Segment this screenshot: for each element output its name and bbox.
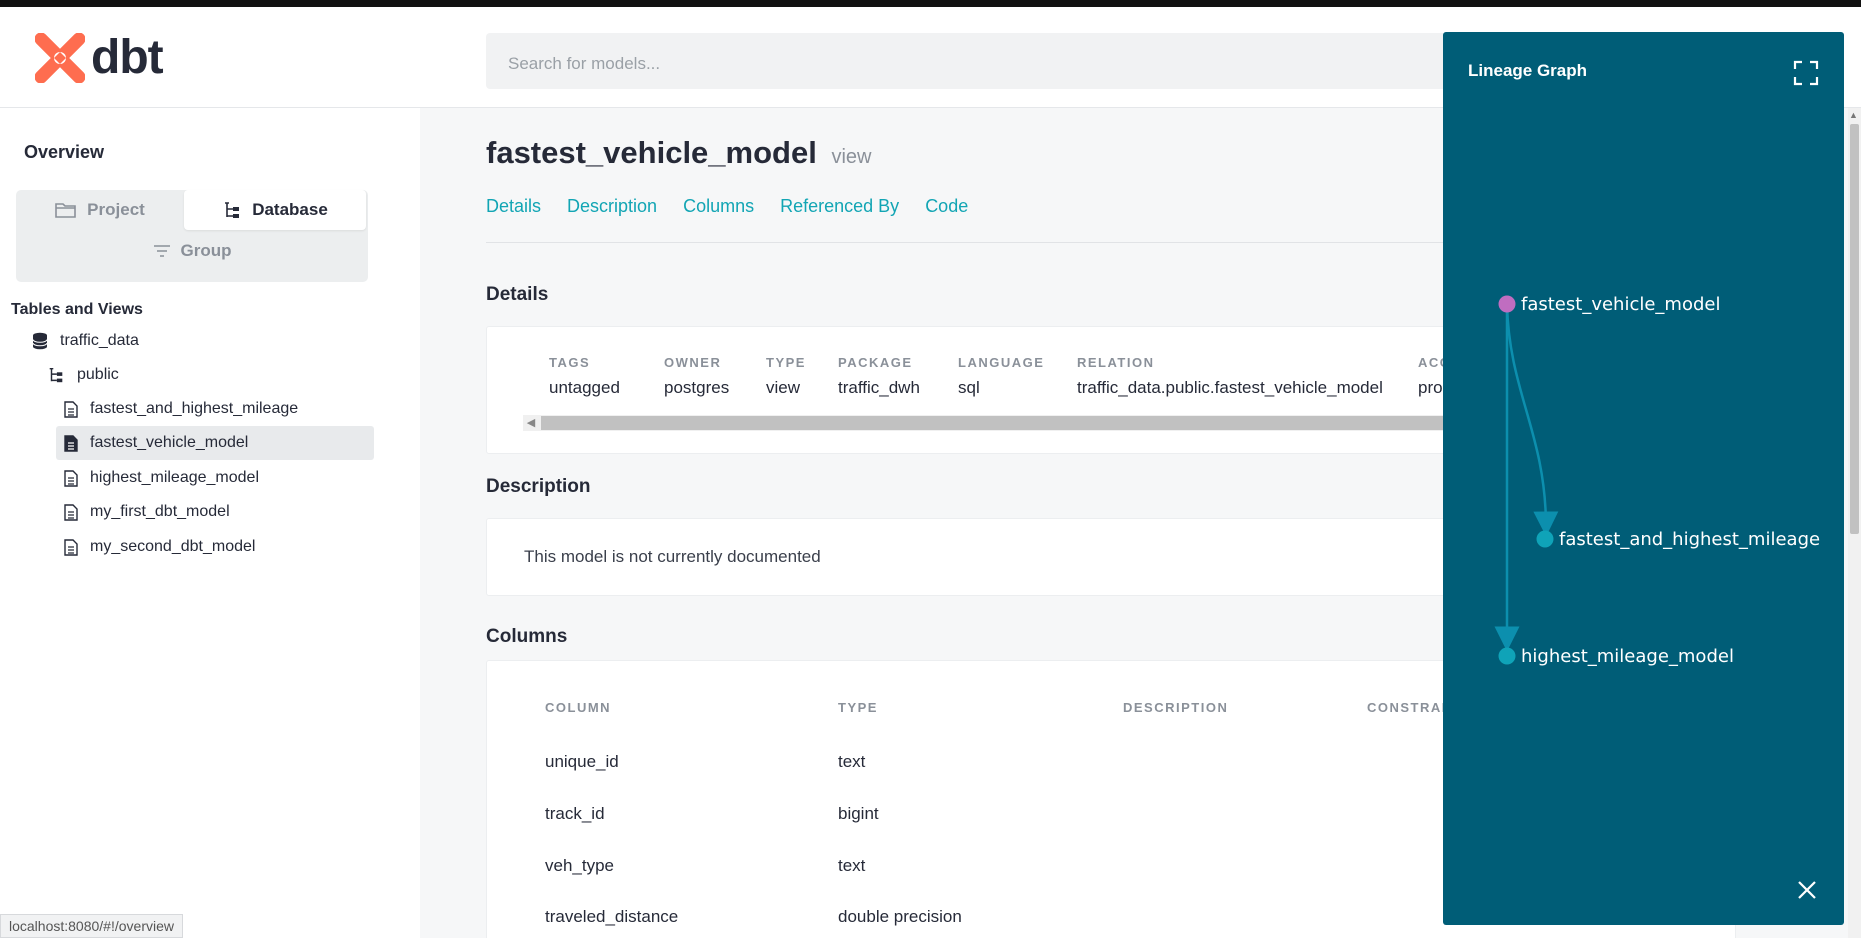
tab-description[interactable]: Description: [567, 196, 657, 217]
model-kind: view: [831, 146, 872, 168]
tree-model-item-active[interactable]: fastest_vehicle_model: [56, 426, 374, 460]
lineage-graph: fastest_vehicle_model fastest_and_highes…: [1494, 294, 1821, 667]
detail-value: traffic_data.public.fastest_vehicle_mode…: [1077, 378, 1383, 397]
column-header: DESCRIPTION: [1123, 700, 1229, 715]
detail-field: OWNER postgres: [664, 355, 729, 398]
tables-and-views-heading: Tables and Views: [11, 301, 143, 318]
detail-label: OWNER: [664, 355, 722, 370]
group-tab-label: Group: [180, 241, 232, 260]
description-heading: Description: [486, 476, 591, 497]
dbt-logo[interactable]: dbt: [35, 31, 164, 84]
detail-field: LANGUAGE sql: [958, 355, 1044, 398]
detail-value: untagged: [549, 378, 620, 397]
column-type-cell: double precision: [838, 907, 962, 926]
scrollbar-thumb[interactable]: [1850, 124, 1859, 534]
lineage-node[interactable]: highest_mileage_model: [1498, 646, 1734, 667]
tree-schema[interactable]: public: [47, 358, 119, 392]
document-icon: [64, 538, 78, 556]
dbt-logo-icon: [35, 33, 85, 83]
tree-model-item[interactable]: highest_mileage_model: [56, 461, 374, 495]
description-text: This model is not currently documented: [524, 547, 821, 566]
tree-model-label: highest_mileage_model: [90, 469, 259, 486]
detail-field: RELATION traffic_data.public.fastest_veh…: [1077, 355, 1383, 398]
section-tabs: Details Description Columns Referenced B…: [486, 196, 968, 217]
detail-label: TAGS: [549, 355, 591, 370]
tree-model-label: my_first_dbt_model: [90, 503, 230, 520]
column-name-cell[interactable]: unique_id: [545, 752, 619, 772]
window-top-bar: [0, 0, 1861, 7]
lineage-node-label: fastest_and_highest_mileage: [1559, 529, 1820, 550]
tree-model-label: fastest_vehicle_model: [90, 434, 249, 451]
tab-columns[interactable]: Columns: [683, 196, 754, 217]
tree-model-item[interactable]: fastest_and_highest_mileage: [56, 392, 374, 426]
column-header: TYPE: [838, 700, 878, 715]
details-heading: Details: [486, 284, 549, 305]
tree-model-item[interactable]: my_second_dbt_model: [56, 530, 374, 564]
detail-label: RELATION: [1077, 355, 1155, 370]
lineage-node-label: fastest_vehicle_model: [1521, 294, 1720, 315]
lineage-node[interactable]: fastest_and_highest_mileage: [1536, 529, 1821, 550]
model-name: fastest_vehicle_model: [486, 135, 817, 170]
document-icon: [64, 503, 78, 521]
lineage-edge: [1505, 303, 1559, 537]
page-title: fastest_vehicle_model view: [486, 135, 871, 171]
tab-code[interactable]: Code: [925, 196, 968, 217]
lineage-graph-panel: Lineage Graph fastest_vehicle_model fast…: [1443, 32, 1844, 925]
sidebar: Overview Project Database Group Tables a…: [0, 108, 420, 938]
detail-value: sql: [958, 378, 980, 397]
tree-database-label: traffic_data: [60, 332, 139, 349]
schema-icon: [49, 367, 63, 383]
status-bar-url: localhost:8080/#!/overview: [0, 914, 183, 938]
overview-link[interactable]: Overview: [24, 142, 104, 163]
group-tab[interactable]: Group: [16, 230, 368, 272]
columns-heading: Columns: [486, 626, 568, 647]
tab-referenced-by[interactable]: Referenced By: [780, 196, 899, 217]
view-switcher: Project Database Group: [16, 190, 368, 282]
tree-model-label: fastest_and_highest_mileage: [90, 400, 299, 417]
tree-model-label: my_second_dbt_model: [90, 538, 256, 555]
detail-label: PACKAGE: [838, 355, 913, 370]
page-scrollbar[interactable]: ▲: [1848, 108, 1861, 938]
column-name-cell[interactable]: track_id: [545, 804, 605, 824]
detail-field: TAGS untagged: [549, 355, 620, 398]
column-type-cell: text: [838, 752, 866, 771]
detail-value: traffic_dwh: [838, 378, 920, 397]
database-tab-label: Database: [252, 200, 328, 219]
document-filled-icon: [64, 434, 78, 452]
column-name-cell[interactable]: veh_type: [545, 856, 614, 876]
filter-lines-icon: [153, 245, 170, 257]
column-header: CONSTRAI: [1367, 700, 1447, 715]
project-tab[interactable]: Project: [16, 190, 184, 230]
database-icon: [32, 332, 48, 350]
column-type-cell: bigint: [838, 804, 879, 823]
lineage-node-selected[interactable]: fastest_vehicle_model: [1498, 294, 1721, 315]
tree-database[interactable]: traffic_data: [32, 324, 139, 358]
database-tab[interactable]: Database: [184, 190, 366, 230]
detail-field: PACKAGE traffic_dwh: [838, 355, 920, 398]
detail-label: LANGUAGE: [958, 355, 1045, 370]
column-type-cell: text: [838, 856, 866, 875]
scroll-up-icon[interactable]: ▲: [1849, 110, 1858, 120]
logo-text: dbt: [91, 31, 164, 84]
column-name-cell[interactable]: traveled_distance: [545, 907, 678, 927]
detail-value: view: [766, 378, 801, 397]
close-icon[interactable]: [1795, 878, 1819, 902]
folder-icon: [55, 203, 76, 218]
document-icon: [64, 400, 78, 418]
hierarchy-icon: [225, 202, 240, 218]
scroll-left-icon[interactable]: ◀: [523, 415, 539, 431]
tree-schema-label: public: [77, 366, 119, 383]
lineage-node-label: highest_mileage_model: [1521, 646, 1734, 667]
detail-field: TYPE view: [766, 355, 806, 398]
tab-details[interactable]: Details: [486, 196, 541, 217]
document-icon: [64, 469, 78, 487]
project-tab-label: Project: [87, 200, 145, 219]
detail-value: postgres: [664, 378, 730, 397]
detail-label: TYPE: [766, 355, 806, 370]
column-header: COLUMN: [545, 700, 612, 715]
tree-model-item[interactable]: my_first_dbt_model: [56, 495, 374, 529]
